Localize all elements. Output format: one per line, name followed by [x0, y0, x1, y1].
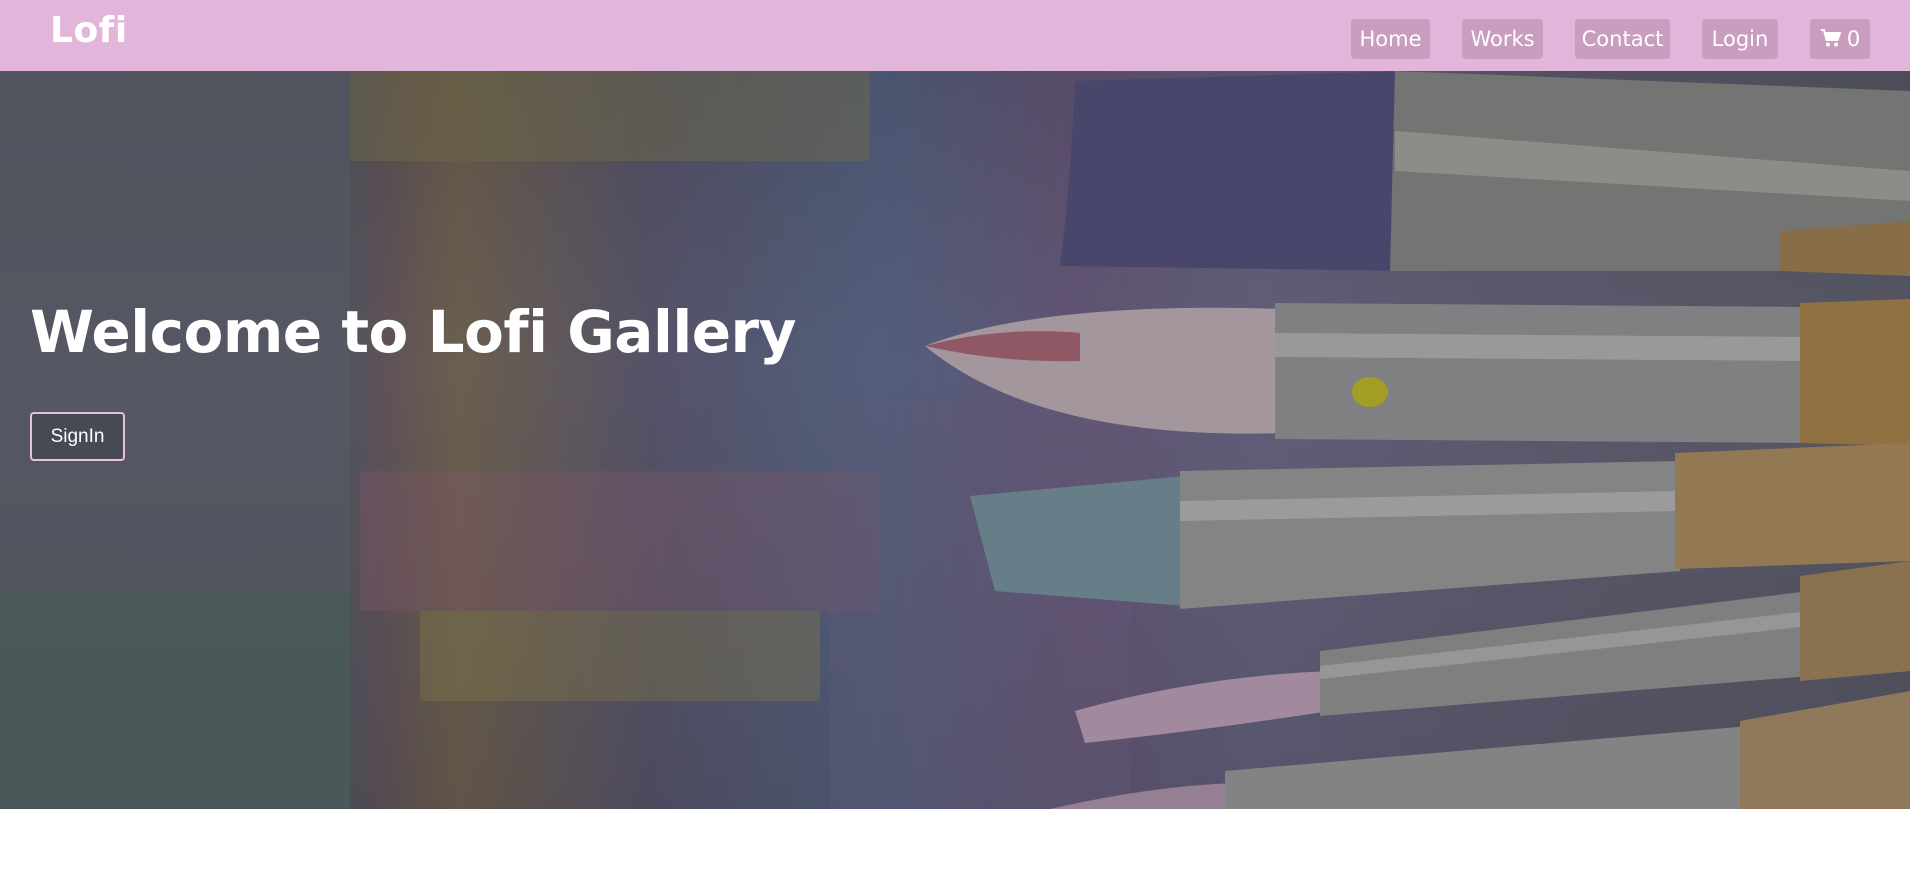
paint-brushes-image	[0, 71, 1910, 809]
cart-button[interactable]: 0	[1810, 19, 1870, 59]
hero-title: Welcome to Lofi Gallery	[30, 298, 796, 366]
cart-count: 0	[1846, 27, 1861, 51]
nav-links: Home Works Contact Login 0	[0, 19, 1910, 59]
navbar: Lofi Home Works Contact Login 0	[0, 0, 1910, 71]
nav-login-button[interactable]: Login	[1702, 19, 1778, 59]
nav-contact-button[interactable]: Contact	[1575, 19, 1670, 59]
nav-works-button[interactable]: Works	[1462, 19, 1543, 59]
nav-home-button[interactable]: Home	[1351, 19, 1430, 59]
shopping-cart-icon	[1820, 28, 1841, 46]
signin-button[interactable]: SignIn	[30, 412, 125, 461]
hero-banner: Welcome to Lofi Gallery SignIn	[0, 71, 1910, 809]
